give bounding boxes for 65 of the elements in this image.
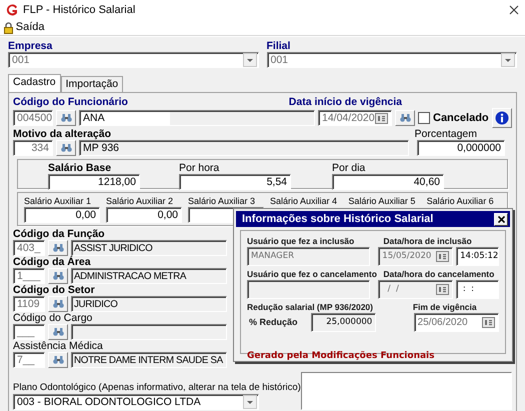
salary-field[interactable]: 0,00 [106, 207, 182, 223]
start-date-field[interactable]: 14/04/2020 [318, 110, 392, 126]
dialog-title: Informações sobre Histórico Salarial [242, 212, 434, 226]
field-label: Salário Auxiliar 4 [270, 195, 338, 207]
field-label: Salário Auxiliar 3 [188, 195, 256, 207]
field-label: Data início de vigência [288, 96, 402, 108]
field-label: Código do Setor [13, 284, 95, 296]
salary-field[interactable]: 5,54 [179, 174, 291, 190]
field-label: Código da Área [13, 256, 91, 268]
field-label: Salário Base [48, 162, 112, 174]
description-field[interactable]: ADMINISTRACAO METRA [71, 268, 227, 284]
field-label: % Redução [248, 317, 299, 328]
branch-combo[interactable]: 001 [266, 52, 517, 68]
checkbox-label: Cancelado [433, 112, 489, 124]
reduction-field[interactable]: 25,000000 [311, 313, 376, 332]
field-label: Data/hora de inclusão [383, 236, 473, 247]
end-date-field[interactable]: 25/06/2020 [414, 313, 499, 332]
field-label: Plano Odontológico (Apenas informativo, alterar na tela de histórico) [13, 382, 301, 394]
field-label: Código do Cargo [13, 312, 92, 324]
field-label: Por hora [179, 162, 220, 174]
code-field[interactable]: 7__ [13, 352, 45, 368]
field-label: Motivo da alteração [13, 128, 112, 140]
window-title: FLP - Histórico Salarial [23, 4, 136, 16]
reason-field[interactable]: MP 936 [79, 140, 409, 156]
field-label: Filial [266, 40, 290, 52]
employee-name-field[interactable]: ANA [79, 110, 315, 126]
field-label: Empresa [8, 40, 52, 52]
time-field[interactable]: : : [456, 280, 499, 299]
description-field[interactable]: ASSIST JURIDICO [71, 240, 227, 256]
field-label: Data/hora do cancelamento [383, 269, 496, 280]
percentage-field[interactable]: 0,000000 [417, 140, 505, 156]
salary-field[interactable]: 0,00 [24, 207, 100, 223]
time-field[interactable]: 14:05:12 [456, 247, 499, 266]
description-field[interactable]: JURIDICO [71, 296, 227, 312]
tab[interactable]: Importação [60, 76, 124, 92]
dental-plan-combo[interactable]: 003 - BIORAL ODONTOLOGICO LTDA [13, 394, 259, 410]
field-label: Assistência Médica [13, 340, 103, 352]
field-label: Usuário que fez o cancelamento [247, 269, 378, 280]
code-field[interactable]: ___ [13, 324, 45, 340]
field-label: Salário Auxiliar 6 [426, 195, 494, 207]
field-label: Porcentagem [414, 128, 477, 140]
date-field[interactable]: / / [378, 280, 454, 299]
field-label: Usuário que fez a inclusão [247, 236, 356, 247]
field-label: Código do Funcionário [13, 96, 128, 108]
code-field[interactable]: 403_ [13, 240, 45, 256]
employee-code-field[interactable]: 004500 [13, 110, 53, 126]
dialog-note: Gerado pela Modificações Funcionais [247, 350, 436, 363]
code-field[interactable]: 1109 [13, 296, 45, 312]
reason-code-field[interactable]: 334 [13, 140, 53, 156]
menu-item[interactable]: Saída [4, 21, 44, 34]
field-label: Por dia [332, 162, 366, 174]
tab[interactable]: Cadastro [8, 74, 61, 92]
description-field[interactable]: NOTRE DAME INTERM SAUDE SA [71, 352, 227, 368]
code-field[interactable]: 1___ [13, 268, 45, 284]
salary-field[interactable]: 40,60 [332, 174, 444, 190]
date-field[interactable]: 15/05/2020 [378, 247, 454, 266]
field-label: Código da Função [13, 228, 105, 240]
field-label: Salário Auxiliar 2 [106, 195, 174, 207]
field-label: Redução salarial (MP 936/2020) [247, 302, 374, 313]
user-field[interactable]: MANAGER [247, 247, 370, 266]
salary-field[interactable]: 1218,00 [48, 174, 140, 190]
field-label: Salário Auxiliar 5 [348, 195, 416, 207]
field-label: Salário Auxiliar 1 [24, 195, 92, 207]
company-combo[interactable]: 001 [8, 52, 258, 68]
field-label: Fim de vigência [412, 302, 478, 313]
